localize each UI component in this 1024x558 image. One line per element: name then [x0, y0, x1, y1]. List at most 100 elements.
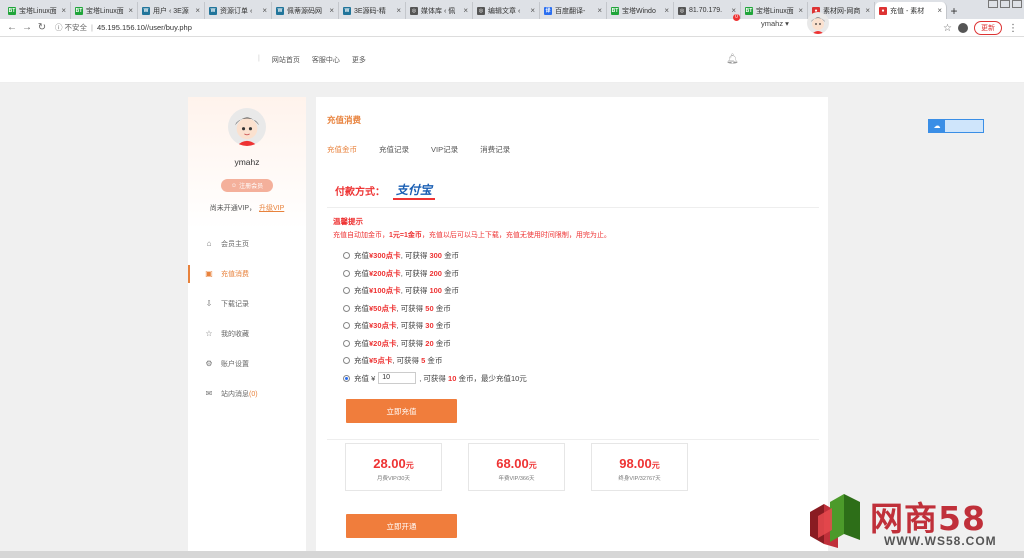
browser-tab[interactable]: ◎ 编辑文章 ‹ × [473, 2, 540, 19]
custom-recharge-option[interactable]: 充值 ¥10, 可获得 10 金币，最少充值10元 [343, 370, 527, 388]
notice-text: 充值自动加金币，1元=1金币，充值以后可以马上下载，充值无使用时间限制，用完为止… [333, 230, 611, 240]
info-icon[interactable]: ⓘ [55, 22, 63, 33]
header-avatar[interactable] [807, 12, 829, 34]
browser-tab[interactable]: BT 宝塔Linux面 × [741, 2, 808, 19]
alipay-logo[interactable]: 支付宝 [393, 181, 436, 200]
recharge-button[interactable]: 立即充值 [346, 399, 457, 423]
sidebar-item[interactable]: ▣ 充值消费 [188, 259, 306, 289]
reload-icon[interactable]: ↻ [36, 22, 48, 33]
sidebar-item-label: 我的收藏 [221, 331, 249, 338]
nav-more-link[interactable]: 更多 [352, 55, 366, 65]
nav-service-link[interactable]: 客服中心 [312, 55, 340, 65]
option-mid: , 可获得 [396, 321, 424, 331]
radio-button[interactable] [343, 252, 350, 260]
browser-tab[interactable]: ◎ 媒体库 ‹ 佩 × [406, 2, 473, 19]
custom-amount-input[interactable]: 10 [378, 372, 417, 385]
browser-tab[interactable]: BT 宝塔Linux面 × [71, 2, 138, 19]
browser-tab[interactable]: ● 充值 - 素材 × [875, 2, 947, 19]
minimize-icon[interactable] [988, 0, 998, 8]
option-coins: 200 [429, 268, 442, 278]
tab-close-icon[interactable]: × [396, 6, 401, 15]
tab-recharge-coins[interactable]: 充值金币 [327, 144, 357, 155]
vip-plan-card[interactable]: 98.00元 终身VIP/32767天 [591, 443, 688, 491]
back-icon[interactable]: ← [6, 22, 18, 33]
recharge-option[interactable]: 充值 ¥300点卡, 可获得 300 金币 [343, 247, 527, 265]
tab-close-icon[interactable]: × [798, 6, 803, 15]
tab-recharge-records[interactable]: 充值记录 [379, 144, 409, 155]
tab-close-icon[interactable]: × [463, 6, 468, 15]
sidebar-item[interactable]: ☆ 我的收藏 [188, 319, 306, 349]
tab-vip-records[interactable]: VIP记录 [431, 144, 458, 155]
option-mid: , 可获得 [396, 303, 424, 313]
option-coins: 300 [429, 251, 442, 261]
radio-button[interactable] [343, 339, 350, 347]
user-menu[interactable]: ymahz ▾ [761, 19, 789, 28]
tab-close-icon[interactable]: × [329, 6, 334, 15]
tab-close-icon[interactable]: × [195, 6, 200, 15]
vip-plan-card[interactable]: 68.00元 年费VIP/366天 [468, 443, 565, 491]
tab-close-icon[interactable]: × [664, 6, 669, 15]
upgrade-vip-link[interactable]: 升级VIP [259, 205, 284, 212]
recharge-option[interactable]: 充值 ¥100点卡, 可获得 100 金币 [343, 282, 527, 300]
tab-close-icon[interactable]: × [597, 6, 602, 15]
browser-tab[interactable]: W 用户 ‹ 3E源 × [138, 2, 205, 19]
tab-close-icon[interactable]: × [865, 6, 870, 15]
option-suffix: 金币 [435, 338, 451, 348]
recharge-option[interactable]: 充值 ¥5点卡, 可获得 5 金币 [343, 352, 527, 370]
bookmark-star-icon[interactable]: ☆ [943, 23, 952, 34]
radio-button[interactable] [343, 287, 350, 295]
browser-tab[interactable]: ◎ 81.70.179. × [674, 2, 741, 19]
close-window-icon[interactable] [1012, 0, 1022, 8]
radio-button-selected[interactable] [343, 374, 350, 382]
tab-spend-records[interactable]: 消费记录 [480, 144, 510, 155]
watermark-sub: WWW.WS58.COM [884, 534, 997, 548]
sidebar-avatar [228, 108, 266, 146]
recharge-option[interactable]: 充值 ¥200点卡, 可获得 200 金币 [343, 265, 527, 283]
tab-close-icon[interactable]: × [128, 6, 133, 15]
radio-button[interactable] [343, 304, 350, 312]
tab-close-icon[interactable]: × [530, 6, 535, 15]
browser-tab[interactable]: BT 宝塔Windo × [607, 2, 674, 19]
option-card: ¥100点卡 [369, 286, 401, 296]
tab-favicon-icon: W [343, 6, 351, 15]
tab-close-icon[interactable]: × [937, 6, 942, 15]
sidebar-item[interactable]: ⚙ 账户设置 [188, 349, 306, 379]
wallet-icon: ▣ [205, 269, 213, 278]
main-panel: 充值消费 充值金币 充值记录 VIP记录 消费记录 付款方式： 支付宝 温馨提示… [316, 97, 828, 558]
recharge-option[interactable]: 充值 ¥30点卡, 可获得 30 金币 [343, 317, 527, 335]
browser-tab[interactable]: W 佩蒂源码网 × [272, 2, 339, 19]
recharge-option[interactable]: 充值 ¥20点卡, 可获得 20 金币 [343, 335, 527, 353]
sidebar-item[interactable]: ⌂ 会员主页 [188, 229, 306, 259]
tab-favicon-icon: ● [879, 6, 887, 15]
sidebar-item-label: 站内消息 [221, 391, 249, 398]
menu-kebab-icon[interactable]: ⋮ [1008, 23, 1018, 34]
new-tab-icon[interactable]: + [947, 2, 961, 19]
browser-tab[interactable]: W 资源订单 ‹ × [205, 2, 272, 19]
bell-icon[interactable]: 🔔︎ [726, 54, 739, 65]
url-text[interactable]: 45.195.156.10//user/buy.php [97, 23, 192, 32]
browser-tab[interactable]: 译百度翻译- × [540, 2, 607, 19]
forward-icon[interactable]: → [21, 22, 33, 33]
divider [327, 439, 819, 440]
maximize-icon[interactable] [1000, 0, 1010, 8]
recharge-option[interactable]: 充值 ¥50点卡, 可获得 50 金币 [343, 300, 527, 318]
url-field[interactable]: ⓘ 不安全 | 45.195.156.10//user/buy.php [55, 22, 192, 33]
update-button[interactable]: 更新 [974, 21, 1002, 35]
browser-tab-label: 佩蒂源码网 [287, 7, 322, 15]
radio-button[interactable] [343, 322, 350, 330]
floating-share-widget[interactable]: ☁ [928, 119, 984, 133]
nav-home-link[interactable]: 网站首页 [272, 55, 300, 65]
radio-button[interactable] [343, 269, 350, 277]
browser-tab[interactable]: W 3E源码-精 × [339, 2, 406, 19]
open-vip-button[interactable]: 立即开通 [346, 514, 457, 538]
browser-tab[interactable]: BT 宝塔Linux面 × [4, 2, 71, 19]
tab-close-icon[interactable]: × [61, 6, 66, 15]
vip-plan-desc: 月费VIP/30天 [376, 476, 410, 482]
vip-plan-card[interactable]: 28.00元 月费VIP/30天 [345, 443, 442, 491]
sidebar-item[interactable]: ✉ 站内消息 (0) [188, 379, 306, 409]
recharge-options: 充值 ¥300点卡, 可获得 300 金币 充值 ¥200点卡, 可获得 200 金币… [343, 247, 527, 387]
profile-icon[interactable] [958, 23, 968, 33]
radio-button[interactable] [343, 357, 350, 365]
sidebar-item[interactable]: ⇩ 下载记录 [188, 289, 306, 319]
tab-close-icon[interactable]: × [262, 6, 267, 15]
